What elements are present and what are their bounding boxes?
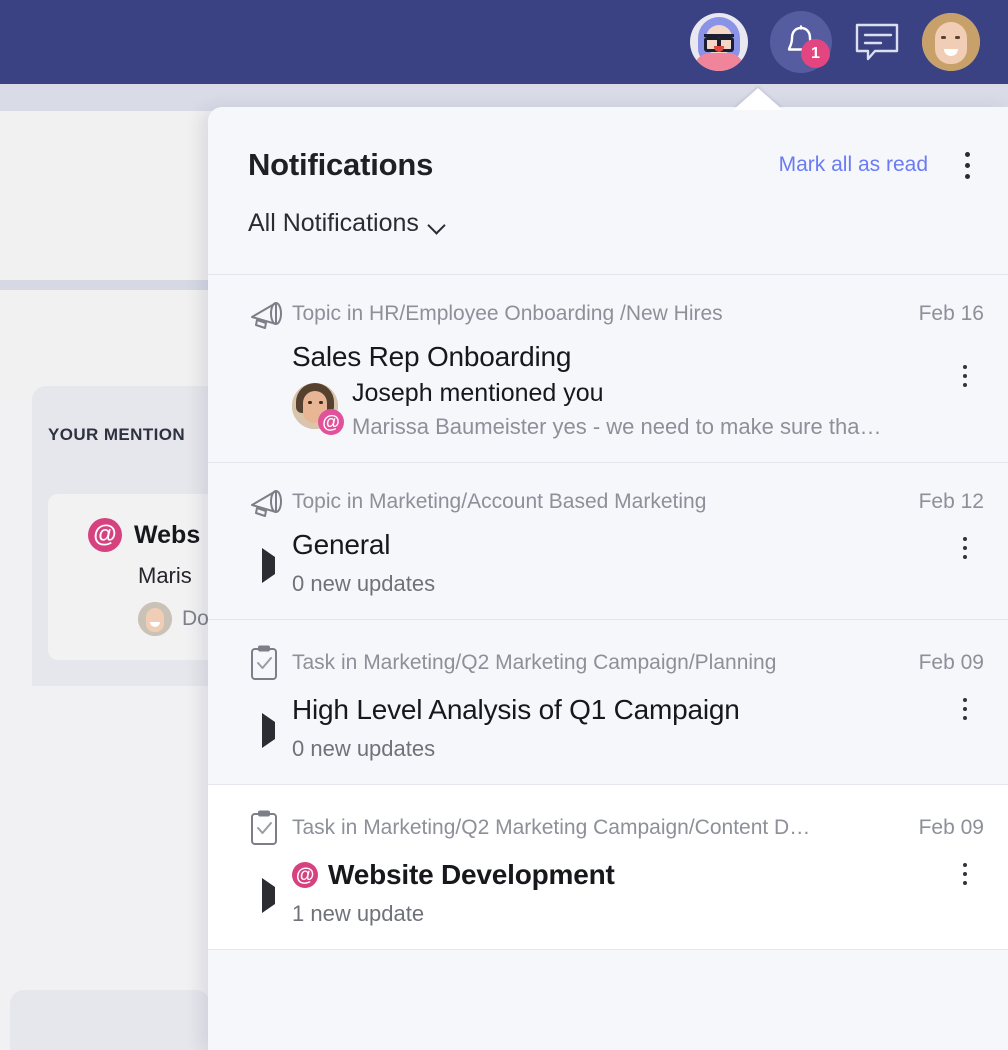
notifications-bell-button[interactable]: 1 <box>770 11 832 73</box>
expand-thread-toggle[interactable] <box>248 859 292 913</box>
notification-title: High Level Analysis of Q1 Campaign <box>292 694 740 725</box>
notification-item[interactable]: Topic in Marketing/Account Based Marketi… <box>208 463 1008 620</box>
task-clipboard-icon <box>248 809 292 847</box>
notification-title-row: @ Website Development <box>292 859 984 891</box>
notification-date: Feb 16 <box>918 302 984 325</box>
background-mention-title: Webs <box>134 520 201 549</box>
triangle-right-icon <box>262 548 275 583</box>
topbar-actions: 1 <box>690 0 1008 84</box>
mention-actor-line: Joseph mentioned you <box>352 379 604 407</box>
background-mention-header: @ Webs <box>88 518 200 552</box>
triangle-right-icon <box>262 713 275 748</box>
notification-more-menu-icon[interactable] <box>948 863 982 885</box>
filter-selected-value: All Notifications <box>248 209 419 237</box>
notification-date: Feb 12 <box>918 490 984 513</box>
background-divider <box>0 280 230 290</box>
notification-context: Task in Marketing/Q2 Marketing Campaign/… <box>292 651 777 674</box>
your-mentions-heading: YOUR MENTION <box>48 425 186 444</box>
notification-context: Topic in Marketing/Account Based Marketi… <box>292 490 707 513</box>
notification-title: Sales Rep Onboarding <box>292 341 572 372</box>
notification-date: Feb 09 <box>918 816 984 839</box>
notification-subtitle: 1 new update <box>292 901 425 926</box>
notifications-popover: Notifications Mark all as read All Notif… <box>208 107 1008 1050</box>
notification-more-menu-icon[interactable] <box>948 698 982 720</box>
notification-date: Feb 09 <box>918 651 984 674</box>
user-avatar[interactable] <box>922 13 980 71</box>
notification-subtitle: 0 new updates <box>292 736 436 761</box>
notification-more-menu-icon[interactable] <box>948 364 982 387</box>
background-mention-date: Do <box>182 607 209 630</box>
app-root: YOUR MENTION @ Webs Maris Do 1 Notificat… <box>0 0 1008 1050</box>
top-navigation-bar: 1 <box>0 0 1008 84</box>
megaphone-icon <box>248 487 292 517</box>
notification-context: Topic in HR/Employee Onboarding /New Hir… <box>292 302 723 325</box>
popover-header: Notifications Mark all as read All Notif… <box>208 107 1008 275</box>
notification-title: Website Development <box>328 859 615 890</box>
at-mention-icon: @ <box>88 518 122 552</box>
expand-thread-toggle[interactable] <box>248 694 292 748</box>
at-mention-icon: @ <box>318 409 344 435</box>
background-panel-bottom <box>10 990 210 1050</box>
notification-context: Task in Marketing/Q2 Marketing Campaign/… <box>292 816 811 839</box>
notification-subtitle: 0 new updates <box>292 571 436 596</box>
notification-more-menu-icon[interactable] <box>948 537 982 559</box>
teammate-avatar[interactable] <box>690 13 748 71</box>
notification-count-badge: 1 <box>801 39 830 68</box>
chat-message-icon[interactable] <box>854 22 900 62</box>
background-mention-footer: Do <box>138 602 209 636</box>
triangle-right-icon <box>262 878 275 913</box>
background-mention-avatar <box>138 602 172 636</box>
mention-preview: Marissa Baumeister yes - we need to make… <box>352 414 882 439</box>
popover-caret <box>733 88 783 110</box>
notifications-filter-dropdown[interactable]: All Notifications <box>208 183 1008 238</box>
task-clipboard-icon <box>248 644 292 682</box>
joseph-avatar: @ <box>292 383 344 435</box>
expand-thread-toggle[interactable] <box>248 529 292 583</box>
notification-item[interactable]: Task in Marketing/Q2 Marketing Campaign/… <box>208 785 1008 950</box>
megaphone-icon <box>248 299 292 329</box>
notification-item[interactable]: Task in Marketing/Q2 Marketing Campaign/… <box>208 620 1008 785</box>
background-mention-subtitle: Maris <box>138 563 192 588</box>
chevron-down-icon <box>429 219 445 228</box>
mark-all-as-read-button[interactable]: Mark all as read <box>779 153 928 177</box>
background-card-middle <box>0 290 230 400</box>
background-card-top <box>0 111 230 280</box>
notification-title: General <box>292 529 391 560</box>
at-mention-icon: @ <box>292 862 318 888</box>
notification-item[interactable]: Topic in HR/Employee Onboarding /New Hir… <box>208 275 1008 463</box>
popover-more-menu-icon[interactable] <box>950 151 984 179</box>
notification-mention: @ Joseph mentioned you Marissa Baumeiste… <box>292 379 984 440</box>
popover-title: Notifications <box>248 147 434 182</box>
